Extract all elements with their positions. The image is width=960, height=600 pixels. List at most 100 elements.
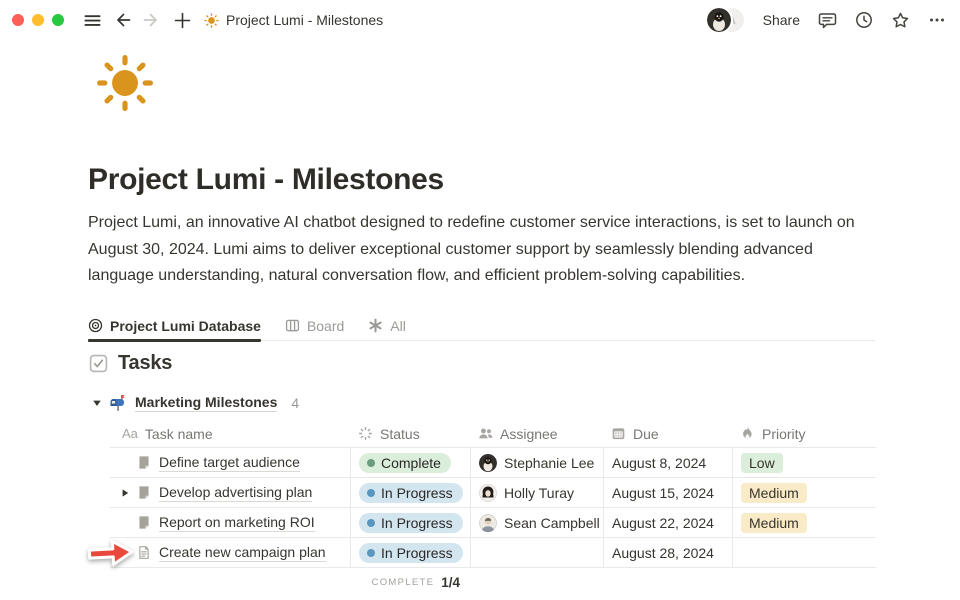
close-window-button[interactable] — [12, 14, 24, 26]
column-header-due[interactable]: Due — [603, 420, 732, 448]
due-cell[interactable]: August 15, 2024 — [603, 478, 732, 508]
priority-cell[interactable] — [732, 538, 876, 568]
due-date: August 8, 2024 — [612, 455, 706, 471]
table-header: Aa Task name Status Assignee Due — [110, 420, 876, 448]
priority-cell[interactable]: Medium — [732, 478, 876, 508]
priority-badge[interactable]: Medium — [741, 513, 807, 533]
status-cell[interactable]: In Progress — [350, 538, 470, 568]
window-title: Project Lumi - Milestones — [226, 12, 383, 28]
comments-icon[interactable] — [818, 11, 837, 30]
text-aa-icon: Aa — [122, 426, 138, 441]
status-badge[interactable]: In Progress — [359, 543, 463, 563]
calendar-icon — [611, 426, 626, 441]
table-row[interactable]: Report on marketing ROI In Progress Sean C… — [110, 508, 876, 538]
assignee-cell[interactable]: Stephanie Lee — [470, 448, 603, 478]
mailbox-icon — [109, 394, 127, 412]
table-row[interactable]: Create new campaign plan In Progress Augus… — [110, 538, 876, 568]
table-row[interactable]: Develop advertising plan In Progress Holly… — [110, 478, 876, 508]
group-count: 4 — [291, 395, 299, 411]
column-header-assignee[interactable]: Assignee — [470, 420, 603, 448]
assignee-cell[interactable] — [470, 538, 603, 568]
table-body: Define target audience Complete Stephanie … — [110, 448, 876, 568]
task-name-link[interactable]: Define target audience — [159, 454, 300, 472]
page-icon — [136, 455, 152, 470]
priority-cell[interactable]: Low — [732, 448, 876, 478]
user-avatar — [707, 8, 731, 32]
assignee-avatar — [479, 454, 497, 472]
assignee-cell[interactable]: Holly Turay — [470, 478, 603, 508]
minimize-window-button[interactable] — [32, 14, 44, 26]
status-cell[interactable]: Complete — [350, 448, 470, 478]
page-icon — [136, 485, 152, 500]
column-header-task-name[interactable]: Aa Task name — [110, 420, 350, 448]
priority-badge[interactable]: Low — [741, 453, 783, 473]
due-cell[interactable]: August 28, 2024 — [603, 538, 732, 568]
assignee-avatar — [479, 484, 497, 502]
page-sun-icon[interactable] — [96, 54, 154, 112]
caret-down-icon[interactable] — [89, 398, 105, 408]
status-badge[interactable]: In Progress — [359, 513, 463, 533]
status-badge[interactable]: Complete — [359, 453, 451, 473]
traffic-lights — [12, 14, 64, 26]
status-cell[interactable]: In Progress — [350, 508, 470, 538]
titlebar: Project Lumi - Milestones A Share — [0, 0, 960, 40]
people-icon — [478, 426, 493, 441]
due-cell[interactable]: August 22, 2024 — [603, 508, 732, 538]
due-date: August 15, 2024 — [612, 485, 714, 501]
share-button[interactable]: Share — [763, 12, 800, 28]
status-dot-icon — [367, 549, 375, 557]
tab-sun-icon — [204, 13, 219, 28]
target-icon — [88, 318, 103, 333]
page-outline-icon — [136, 545, 152, 560]
forward-arrow-icon[interactable] — [140, 8, 164, 32]
asterisk-icon — [368, 318, 383, 333]
board-icon — [285, 318, 300, 333]
group-name-link[interactable]: Marketing Milestones — [135, 394, 277, 412]
checkbox-icon — [89, 354, 108, 373]
section-heading: Tasks — [118, 352, 172, 375]
table-row[interactable]: Define target audience Complete Stephanie … — [110, 448, 876, 478]
tasks-table: Aa Task name Status Assignee Due — [110, 420, 876, 596]
page-title: Project Lumi - Milestones — [88, 161, 444, 199]
flame-icon — [740, 426, 755, 441]
tab-all[interactable]: All — [368, 311, 406, 341]
due-cell[interactable]: August 8, 2024 — [603, 448, 732, 478]
view-tabs: Project Lumi Database Board All — [88, 311, 875, 341]
new-tab-plus-icon[interactable] — [170, 8, 194, 32]
group-header: Marketing Milestones 4 — [89, 394, 299, 412]
task-name-link[interactable]: Report on marketing ROI — [159, 514, 315, 532]
table-footer[interactable]: COMPLETE 1/4 — [110, 568, 470, 596]
priority-badge[interactable]: Medium — [741, 483, 807, 503]
notion-window: Project Lumi - Milestones A Share — [0, 0, 960, 600]
page-description: Project Lumi, an innovative AI chatbot d… — [88, 210, 880, 290]
tab-board[interactable]: Board — [285, 311, 344, 341]
column-header-status[interactable]: Status — [350, 420, 470, 448]
task-name-link[interactable]: Create new campaign plan — [159, 544, 326, 562]
red-cursor-arrow — [84, 535, 138, 572]
column-header-priority[interactable]: Priority — [732, 420, 876, 448]
status-badge[interactable]: In Progress — [359, 483, 463, 503]
zoom-window-button[interactable] — [52, 14, 64, 26]
calc-label: COMPLETE — [372, 577, 435, 588]
calc-value: 1/4 — [441, 575, 460, 590]
sidebar-menu-icon[interactable] — [80, 8, 104, 32]
status-dot-icon — [367, 519, 375, 527]
assignee-avatar — [479, 514, 497, 532]
tab-project-lumi-database[interactable]: Project Lumi Database — [88, 311, 261, 341]
history-clock-icon[interactable] — [855, 11, 873, 29]
page-icon — [136, 515, 152, 530]
assignee-name: Holly Turay — [504, 485, 574, 501]
assignee-cell[interactable]: Sean Campbell — [470, 508, 603, 538]
status-spinner-icon — [358, 426, 373, 441]
back-arrow-icon[interactable] — [110, 8, 134, 32]
priority-cell[interactable]: Medium — [732, 508, 876, 538]
row-expand-caret-icon[interactable] — [114, 488, 136, 498]
assignee-name: Sean Campbell — [504, 515, 600, 531]
favorite-star-icon[interactable] — [891, 11, 910, 30]
collaborator-avatars[interactable]: A — [707, 8, 745, 32]
task-name-link[interactable]: Develop advertising plan — [159, 484, 312, 502]
more-ellipsis-icon[interactable] — [928, 11, 946, 29]
status-cell[interactable]: In Progress — [350, 478, 470, 508]
due-date: August 22, 2024 — [612, 515, 714, 531]
due-date: August 28, 2024 — [612, 545, 714, 561]
